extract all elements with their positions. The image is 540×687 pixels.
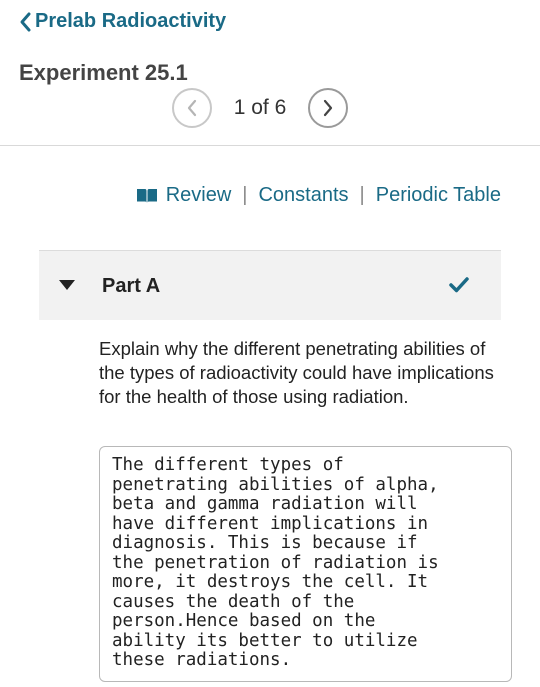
book-icon bbox=[136, 188, 157, 203]
previous-button[interactable] bbox=[172, 88, 212, 128]
question-text: Explain why the different penetrating ab… bbox=[99, 338, 494, 407]
page-title: Experiment 25.1 bbox=[19, 60, 188, 85]
next-button[interactable] bbox=[308, 88, 348, 128]
chevron-left-icon bbox=[20, 12, 31, 31]
review-link[interactable]: Review bbox=[166, 184, 232, 207]
back-link-label: Prelab Radioactivity bbox=[35, 10, 227, 32]
answer-textarea[interactable]: The different types of penetrating abili… bbox=[99, 446, 512, 682]
separator: | bbox=[242, 184, 248, 206]
chevron-right-icon bbox=[323, 99, 333, 117]
page-counter: 1 of 6 bbox=[233, 96, 287, 119]
constants-link[interactable]: Constants bbox=[258, 184, 348, 207]
checkmark-icon bbox=[449, 277, 469, 293]
back-link[interactable]: Prelab Radioactivity bbox=[18, 10, 226, 33]
caret-down-icon bbox=[59, 280, 75, 290]
part-label: Part A bbox=[102, 275, 161, 297]
pager: 1 of 6 bbox=[172, 88, 348, 128]
header: Prelab Radioactivity Experiment 25.1 1 o… bbox=[0, 0, 540, 146]
separator: | bbox=[359, 184, 365, 206]
periodic-table-link[interactable]: Periodic Table bbox=[376, 184, 501, 207]
part-a-header[interactable]: Part A bbox=[39, 250, 501, 320]
chevron-left-icon bbox=[187, 99, 197, 117]
resource-toolbar: Review | Constants | Periodic Table bbox=[136, 184, 501, 207]
